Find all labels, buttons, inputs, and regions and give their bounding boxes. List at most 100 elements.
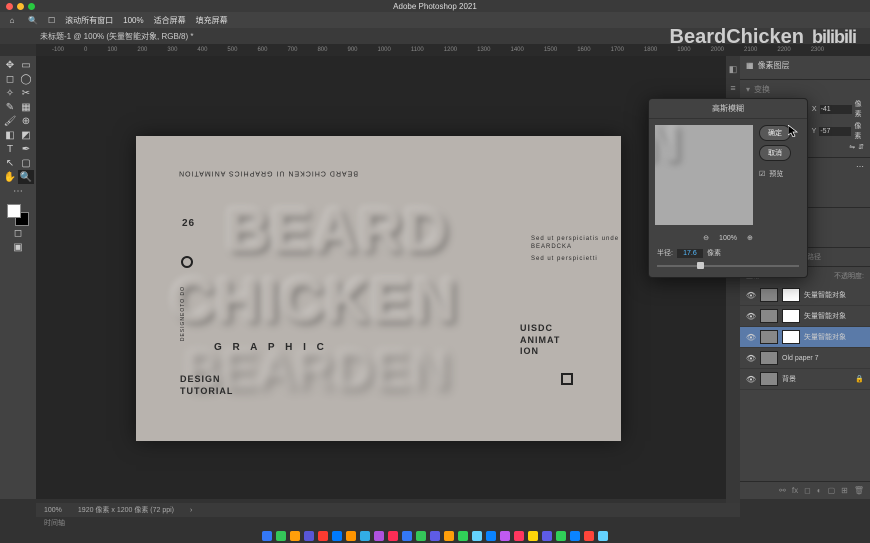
- visibility-icon[interactable]: 👁: [746, 332, 756, 342]
- chevron-right-icon[interactable]: ›: [190, 507, 192, 514]
- fx-icon[interactable]: fx: [792, 486, 798, 495]
- crop-tool[interactable]: ✂: [18, 86, 34, 100]
- layer-item[interactable]: 👁矢量智能对象: [740, 327, 870, 348]
- layer-item[interactable]: 👁Old paper 7: [740, 348, 870, 369]
- dock-app-icon[interactable]: [542, 531, 552, 541]
- dock-app-icon[interactable]: [374, 531, 384, 541]
- scroll-all-option[interactable]: 滚动所有窗口: [65, 15, 113, 26]
- eyedropper-tool[interactable]: ✎: [2, 100, 18, 114]
- brush-tool[interactable]: 🖌: [2, 114, 18, 128]
- canvas-graphic: G R A P H I C: [214, 342, 328, 353]
- dock-app-icon[interactable]: [486, 531, 496, 541]
- zoom-value[interactable]: 100%: [123, 16, 143, 25]
- lasso-tool[interactable]: ◯: [18, 72, 34, 86]
- layer-item[interactable]: 👁矢量智能对象: [740, 306, 870, 327]
- zoom-out-icon[interactable]: ⊖: [703, 234, 709, 242]
- group-icon[interactable]: ▢: [828, 486, 836, 495]
- canvas-area[interactable]: BEARD CHICKEN BEARDEN BEARD CHICKEN UI G…: [36, 56, 740, 499]
- chevron-down-icon[interactable]: ▾: [746, 85, 750, 94]
- visibility-icon[interactable]: 👁: [746, 290, 756, 300]
- preview-checkbox[interactable]: ☑: [759, 170, 765, 178]
- layer-tab[interactable]: 路径: [807, 252, 821, 262]
- shape-tool[interactable]: ▢: [18, 156, 34, 170]
- hand-tool[interactable]: ✋: [2, 170, 18, 184]
- status-zoom[interactable]: 100%: [44, 507, 62, 514]
- x-input[interactable]: [820, 105, 852, 114]
- dock-app-icon[interactable]: [528, 531, 538, 541]
- dock-app-icon[interactable]: [416, 531, 426, 541]
- screenmode-icon[interactable]: ▣: [10, 240, 26, 254]
- layer-item[interactable]: 👁背景🔒: [740, 369, 870, 390]
- checkbox-icon[interactable]: ☐: [48, 16, 55, 25]
- panel-menu-icon[interactable]: ⋯: [856, 162, 864, 171]
- ok-button[interactable]: 确定: [759, 125, 791, 141]
- dock-app-icon[interactable]: [514, 531, 524, 541]
- dock-app-icon[interactable]: [598, 531, 608, 541]
- artboard-tool[interactable]: ▭: [18, 58, 34, 72]
- mask-icon[interactable]: ◻: [804, 486, 811, 495]
- dock-app-icon[interactable]: [304, 531, 314, 541]
- frame-tool[interactable]: ▦: [18, 100, 34, 114]
- dock-app-icon[interactable]: [388, 531, 398, 541]
- dock-app-icon[interactable]: [500, 531, 510, 541]
- dock-app-icon[interactable]: [262, 531, 272, 541]
- maximize-window-icon[interactable]: [28, 3, 35, 10]
- dock-app-icon[interactable]: [570, 531, 580, 541]
- dock-app-icon[interactable]: [402, 531, 412, 541]
- zoom-in-icon[interactable]: ⊕: [747, 234, 753, 242]
- dock-app-icon[interactable]: [318, 531, 328, 541]
- blur-preview[interactable]: N: [655, 125, 753, 225]
- dock-app-icon[interactable]: [458, 531, 468, 541]
- canvas-right-meta3: Sed ut perspicietti: [531, 256, 598, 262]
- eraser-tool[interactable]: ◧: [2, 128, 18, 142]
- dock-app-icon[interactable]: [444, 531, 454, 541]
- fill-screen-button[interactable]: 填充屏幕: [196, 15, 228, 26]
- type-tool[interactable]: T: [2, 142, 18, 156]
- dock-app-icon[interactable]: [584, 531, 594, 541]
- visibility-icon[interactable]: 👁: [746, 353, 756, 363]
- dock-app-icon[interactable]: [346, 531, 356, 541]
- zoom-tool-icon[interactable]: 🔍: [28, 16, 38, 25]
- gradient-tool[interactable]: ◩: [18, 128, 34, 142]
- foreground-color[interactable]: [7, 204, 21, 218]
- fit-screen-button[interactable]: 适合屏幕: [154, 15, 186, 26]
- panel-icon-1[interactable]: ◧: [729, 64, 738, 75]
- trash-icon[interactable]: 🗑: [854, 486, 864, 495]
- timeline-panel[interactable]: 时间轴: [36, 517, 740, 529]
- link-layers-icon[interactable]: ⚯: [779, 486, 786, 495]
- quickmask-icon[interactable]: ◻: [10, 226, 26, 240]
- radius-input[interactable]: [677, 249, 703, 258]
- layer-item[interactable]: 👁矢量智能对象: [740, 285, 870, 306]
- lock-icon[interactable]: 🔒: [855, 375, 864, 383]
- zoom-tool[interactable]: 🔍: [18, 170, 34, 184]
- flip-h-icon[interactable]: ⇋: [849, 143, 855, 151]
- visibility-icon[interactable]: 👁: [746, 311, 756, 321]
- marquee-tool[interactable]: ◻: [2, 72, 18, 86]
- dock-app-icon[interactable]: [556, 531, 566, 541]
- visibility-icon[interactable]: 👁: [746, 374, 756, 384]
- flip-v-icon[interactable]: ⇵: [858, 143, 864, 151]
- adjustment-icon[interactable]: ◐: [817, 486, 822, 495]
- close-window-icon[interactable]: [6, 3, 13, 10]
- dock-app-icon[interactable]: [332, 531, 342, 541]
- minimize-window-icon[interactable]: [17, 3, 24, 10]
- home-icon[interactable]: ⌂: [6, 14, 18, 26]
- clone-tool[interactable]: ⊕: [18, 114, 34, 128]
- dock-app-icon[interactable]: [290, 531, 300, 541]
- y-input[interactable]: [819, 127, 851, 136]
- pen-tool[interactable]: ✒: [18, 142, 34, 156]
- dock-app-icon[interactable]: [276, 531, 286, 541]
- wand-tool[interactable]: ✧: [2, 86, 18, 100]
- more-tools[interactable]: ⋯: [10, 184, 26, 198]
- dock-app-icon[interactable]: [472, 531, 482, 541]
- new-layer-icon[interactable]: ⊞: [841, 486, 848, 495]
- panel-icon-2[interactable]: ≡: [730, 83, 735, 93]
- move-tool[interactable]: ✥: [2, 58, 18, 72]
- radius-slider[interactable]: [657, 261, 799, 271]
- cancel-button[interactable]: 取消: [759, 145, 791, 161]
- color-swatch[interactable]: [7, 204, 29, 226]
- dock-app-icon[interactable]: [430, 531, 440, 541]
- tools-panel: ✥▭ ◻◯ ✧✂ ✎▦ 🖌⊕ ◧◩ T✒ ↖▢ ✋🔍 ⋯ ◻ ▣: [0, 56, 36, 499]
- path-tool[interactable]: ↖: [2, 156, 18, 170]
- dock-app-icon[interactable]: [360, 531, 370, 541]
